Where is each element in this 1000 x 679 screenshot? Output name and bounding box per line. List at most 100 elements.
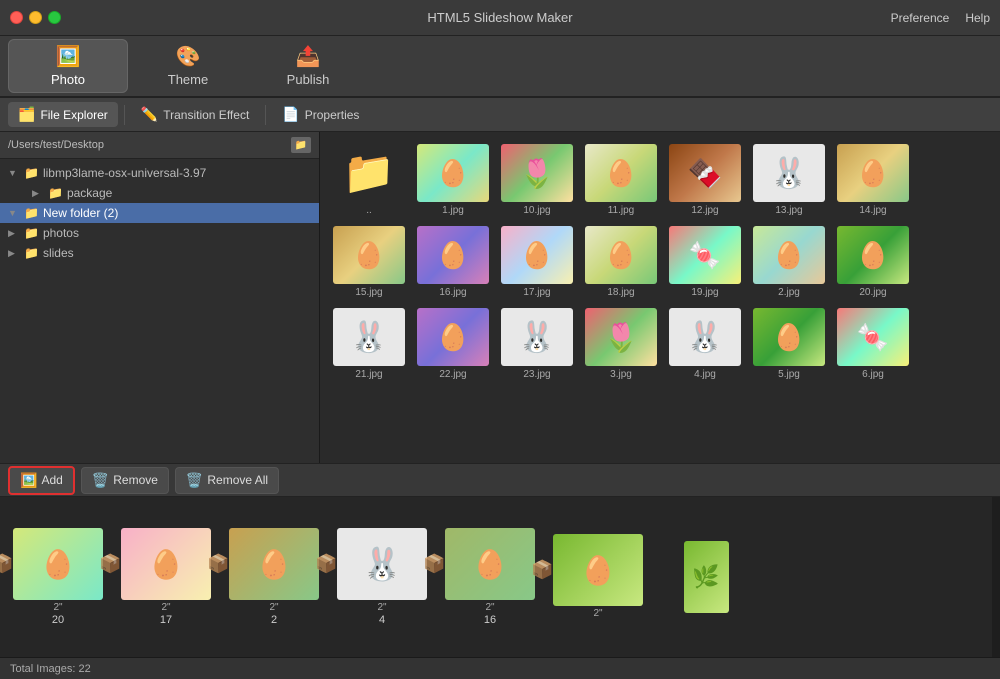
subtab-transition-effect[interactable]: ✏️ Transition Effect (131, 102, 259, 127)
file-thumb-13[interactable]: 🐰13.jpg (748, 140, 830, 220)
slide-name-2: 2 (271, 614, 277, 626)
remove-all-button[interactable]: 🗑️ Remove All (175, 467, 279, 494)
file-label-6: 6.jpg (862, 369, 884, 380)
slide-item-20[interactable]: 📦🥚2"20 (8, 528, 108, 626)
tree-item-libmp3[interactable]: ▼ 📁 libmp3lame-osx-universal-3.97 (0, 163, 319, 183)
slideshow-panel: 📦🥚2"20📦🥚2"17📦🥚2"2📦🐰2"4📦🥚2"16📦🥚2"🌿 (0, 497, 1000, 657)
file-thumb-23[interactable]: 🐰23.jpg (496, 304, 578, 384)
transition-icon: ✏️ (141, 106, 158, 123)
file-explorer-icon: 🗂️ (18, 106, 35, 123)
toggle-icon: ▶ (32, 188, 44, 199)
file-label-4: 4.jpg (694, 369, 716, 380)
file-thumb-15[interactable]: 🥚15.jpg (328, 222, 410, 302)
folder-icon: 📁 (48, 186, 63, 200)
slide-item-partial[interactable]: 🌿 (656, 541, 756, 613)
file-label-14: 14.jpg (859, 205, 886, 216)
file-label-2: 2.jpg (778, 287, 800, 298)
separator-1 (124, 105, 125, 125)
slide-name-4: 4 (379, 614, 385, 626)
file-thumb-17[interactable]: 🥚17.jpg (496, 222, 578, 302)
subtab-file-explorer[interactable]: 🗂️ File Explorer (8, 102, 118, 127)
file-thumb-12[interactable]: 🍫12.jpg (664, 140, 746, 220)
add-icon: 🖼️ (20, 472, 37, 489)
file-thumb-18[interactable]: 🥚18.jpg (580, 222, 662, 302)
folder-icon: 📁 (24, 246, 39, 260)
file-thumb-2[interactable]: 🥚2.jpg (748, 222, 830, 302)
file-thumb-16[interactable]: 🥚16.jpg (412, 222, 494, 302)
file-grid[interactable]: 📁..🥚1.jpg🌷10.jpg🥚11.jpg🍫12.jpg🐰13.jpg🥚14… (320, 132, 1000, 463)
maximize-button[interactable] (48, 11, 61, 24)
toggle-icon: ▼ (8, 208, 20, 218)
traffic-lights (10, 11, 61, 24)
file-thumb-6[interactable]: 🍬6.jpg (832, 304, 914, 384)
file-thumb-1[interactable]: 🥚1.jpg (412, 140, 494, 220)
tree-label: libmp3lame-osx-universal-3.97 (43, 166, 206, 180)
file-thumb-parent[interactable]: 📁.. (328, 140, 410, 220)
panels-row: /Users/test/Desktop 📁 ▼ 📁 libmp3lame-osx… (0, 132, 1000, 463)
slide-item-2[interactable]: 📦🥚2"2 (224, 528, 324, 626)
tree-item-slides[interactable]: ▶ 📁 slides (0, 243, 319, 263)
file-thumb-3[interactable]: 🌷3.jpg (580, 304, 662, 384)
tab-photo-label: Photo (51, 72, 85, 87)
main-content: /Users/test/Desktop 📁 ▼ 📁 libmp3lame-osx… (0, 132, 1000, 657)
folder-icon: 📁 (24, 226, 39, 240)
slide-thumb-17: 🥚 (121, 528, 211, 600)
file-tree[interactable]: ▼ 📁 libmp3lame-osx-universal-3.97 ▶ 📁 pa… (0, 159, 319, 463)
slide-duration-4: 2" (377, 602, 386, 613)
help-menu-item[interactable]: Help (965, 11, 990, 25)
preference-menu-item[interactable]: Preference (891, 11, 950, 25)
slide-item-4[interactable]: 📦🐰2"4 (332, 528, 432, 626)
tree-label: package (67, 186, 112, 200)
slide-strip[interactable]: 📦🥚2"20📦🥚2"17📦🥚2"2📦🐰2"4📦🥚2"16📦🥚2"🌿 (0, 497, 992, 657)
remove-button[interactable]: 🗑️ Remove (81, 467, 169, 494)
left-panel: /Users/test/Desktop 📁 ▼ 📁 libmp3lame-osx… (0, 132, 320, 463)
slide-icon-20: 📦 (0, 554, 13, 575)
file-label-18: 18.jpg (607, 287, 634, 298)
file-thumb-21[interactable]: 🐰21.jpg (328, 304, 410, 384)
slide-icon-extra1: 📦 (531, 560, 553, 581)
file-thumb-11[interactable]: 🥚11.jpg (580, 140, 662, 220)
slide-thumb-16: 🥚 (445, 528, 535, 600)
tab-theme[interactable]: 🎨 Theme (128, 39, 248, 93)
file-thumb-19[interactable]: 🍬19.jpg (664, 222, 746, 302)
minimize-button[interactable] (29, 11, 42, 24)
file-label-13: 13.jpg (775, 205, 802, 216)
slide-duration-20: 2" (53, 602, 62, 613)
separator-2 (265, 105, 266, 125)
slide-thumb-4: 🐰 (337, 528, 427, 600)
bottom-scrollbar[interactable] (992, 497, 1000, 657)
app-title: HTML5 Slideshow Maker (427, 10, 572, 25)
tab-publish[interactable]: 📤 Publish (248, 39, 368, 93)
add-button[interactable]: 🖼️ Add (8, 466, 75, 495)
tab-publish-label: Publish (287, 72, 330, 87)
file-thumb-10[interactable]: 🌷10.jpg (496, 140, 578, 220)
file-label-20: 20.jpg (859, 287, 886, 298)
file-thumb-4[interactable]: 🐰4.jpg (664, 304, 746, 384)
tree-label: New folder (2) (43, 206, 118, 220)
slide-duration-17: 2" (161, 602, 170, 613)
tree-item-photos[interactable]: ▶ 📁 photos (0, 223, 319, 243)
toggle-icon: ▶ (8, 228, 20, 239)
close-button[interactable] (10, 11, 23, 24)
subtab-properties[interactable]: 📄 Properties (272, 102, 369, 127)
titlebar: HTML5 Slideshow Maker Preference Help (0, 0, 1000, 36)
remove-all-label: Remove All (207, 473, 268, 487)
file-thumb-5[interactable]: 🥚5.jpg (748, 304, 830, 384)
file-thumb-14[interactable]: 🥚14.jpg (832, 140, 914, 220)
file-label-3: 3.jpg (610, 369, 632, 380)
file-label-23: 23.jpg (523, 369, 550, 380)
file-thumb-20[interactable]: 🥚20.jpg (832, 222, 914, 302)
theme-icon: 🎨 (174, 46, 202, 68)
photo-icon: 🖼️ (54, 46, 82, 68)
slide-item-17[interactable]: 📦🥚2"17 (116, 528, 216, 626)
current-path: /Users/test/Desktop (8, 139, 104, 151)
remove-label: Remove (113, 473, 158, 487)
folder-icon-btn[interactable]: 📁 (291, 137, 311, 153)
tree-item-new-folder[interactable]: ▼ 📁 New folder (2) (0, 203, 319, 223)
slide-item-extra1[interactable]: 📦🥚2" (548, 534, 648, 620)
sub-toolbar: 🗂️ File Explorer ✏️ Transition Effect 📄 … (0, 98, 1000, 132)
tab-photo[interactable]: 🖼️ Photo (8, 39, 128, 93)
file-thumb-22[interactable]: 🥚22.jpg (412, 304, 494, 384)
slide-item-16[interactable]: 📦🥚2"16 (440, 528, 540, 626)
tree-item-package[interactable]: ▶ 📁 package (0, 183, 319, 203)
